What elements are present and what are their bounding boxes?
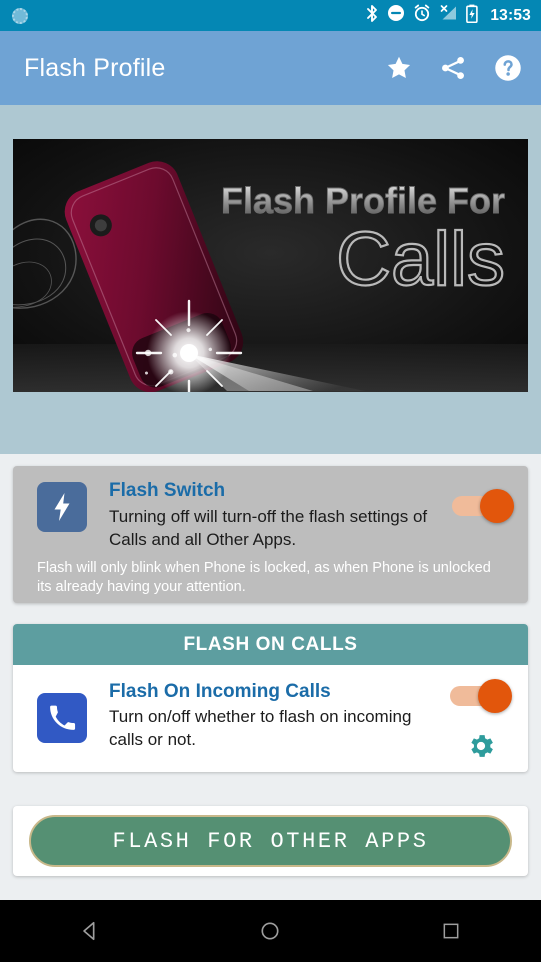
battery-charging-icon (466, 4, 479, 28)
recents-square-icon[interactable] (361, 921, 541, 941)
incoming-calls-description: Turn on/off whether to flash on incoming… (109, 707, 412, 749)
flash-for-other-apps-card: FLASH FOR OTHER APPS (13, 806, 528, 876)
incoming-calls-toggle[interactable] (450, 679, 512, 713)
system-navigation-bar (0, 900, 541, 962)
app-bar-actions (385, 53, 523, 83)
back-triangle-icon[interactable] (0, 920, 180, 942)
flash-switch-card[interactable]: Flash Switch Turning off will turn-off t… (13, 466, 528, 603)
hero-line-1: Flash Profile For (221, 180, 505, 221)
flash-switch-note: Flash will only blink when Phone is lock… (37, 560, 491, 595)
status-bar-clock: 13:53 (490, 6, 531, 24)
app-screen: 13:53 Flash Profile Flash Profile For Ca… (0, 0, 541, 962)
status-bar: 13:53 (0, 0, 541, 31)
toggle-thumb (478, 679, 512, 713)
flash-bolt-icon (37, 482, 87, 532)
flash-switch-text: Flash Switch Turning off will turn-off t… (87, 479, 452, 551)
alarm-icon (413, 4, 431, 27)
flash-on-calls-header: FLASH ON CALLS (13, 624, 528, 665)
hero-line-2: Calls (336, 217, 505, 302)
status-bar-notifications (12, 7, 365, 24)
status-bar-system-icons: 13:53 (365, 4, 531, 28)
flash-switch-toggle[interactable] (452, 489, 514, 523)
home-circle-icon[interactable] (180, 920, 360, 942)
flash-switch-row: Flash Switch Turning off will turn-off t… (13, 466, 528, 551)
do-not-disturb-icon (387, 4, 405, 27)
flash-switch-title: Flash Switch (109, 480, 226, 501)
page-title: Flash Profile (24, 53, 166, 82)
toggle-thumb (480, 489, 514, 523)
app-bar: Flash Profile (0, 31, 541, 105)
hero-banner: Flash Profile For Calls (13, 139, 528, 392)
flash-on-calls-card: FLASH ON CALLS Flash On Incoming Calls T… (13, 624, 528, 772)
rate-star-icon[interactable] (385, 54, 413, 82)
share-icon[interactable] (439, 54, 467, 82)
flash-on-calls-header-label: FLASH ON CALLS (183, 633, 358, 655)
incoming-calls-title: Flash On Incoming Calls (109, 681, 331, 702)
incoming-calls-row[interactable]: Flash On Incoming Calls Turn on/off whet… (13, 665, 528, 761)
flash-for-other-apps-button[interactable]: FLASH FOR OTHER APPS (29, 815, 512, 867)
flash-switch-description: Turning off will turn-off the flash sett… (109, 507, 428, 549)
incoming-calls-controls (448, 679, 514, 761)
bluetooth-icon (365, 4, 379, 28)
incoming-calls-text: Flash On Incoming Calls Turn on/off whet… (87, 679, 448, 751)
hero-illustration: Flash Profile For Calls (13, 139, 528, 392)
signal-no-service-icon (439, 4, 458, 27)
phone-handset-icon (37, 693, 87, 743)
sync-circle-icon (12, 7, 28, 24)
flash-for-other-apps-label: FLASH FOR OTHER APPS (112, 828, 429, 854)
help-icon[interactable] (493, 53, 523, 83)
gear-icon[interactable] (466, 731, 496, 761)
